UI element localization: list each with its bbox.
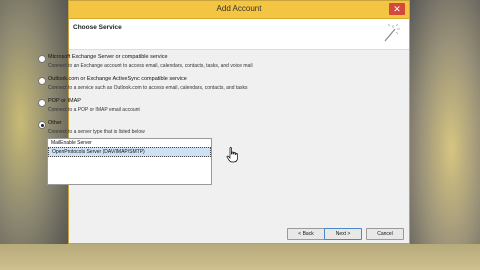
background-bottom: [0, 244, 480, 270]
option-label: POP or IMAP: [48, 98, 81, 104]
window-title: Add Account: [216, 4, 262, 13]
header-section: Choose Service: [69, 19, 409, 50]
magic-wand-icon: [384, 23, 400, 42]
close-button[interactable]: ✕: [389, 3, 405, 15]
option-description: Connect to a POP or IMAP email account: [48, 107, 140, 113]
radio-outlook-com[interactable]: [38, 77, 46, 85]
cancel-button[interactable]: Cancel: [366, 228, 404, 240]
option-label: Outlook.com or Exchange ActiveSync compa…: [48, 76, 187, 82]
radio-exchange[interactable]: [38, 55, 46, 63]
list-item[interactable]: MailEnable Server: [48, 139, 211, 147]
hand-cursor-icon: [226, 147, 238, 163]
option-description: Connect to an Exchange account to access…: [48, 63, 253, 69]
option-description: Connect to a server type that is listed …: [48, 129, 145, 135]
close-icon: ✕: [393, 4, 401, 14]
option-description: Connect to a service such as Outlook.com…: [48, 85, 248, 91]
back-button[interactable]: < Back: [287, 228, 325, 240]
option-exchange[interactable]: Microsoft Exchange Server or compatible …: [38, 53, 328, 75]
background-right: [408, 0, 480, 270]
server-type-list[interactable]: MailEnable Server OpenProtocols Server (…: [47, 138, 212, 185]
radio-other[interactable]: [38, 121, 46, 129]
button-bar: < Back Next > Cancel: [68, 222, 410, 244]
service-options: Microsoft Exchange Server or compatible …: [38, 53, 328, 141]
option-outlook-com[interactable]: Outlook.com or Exchange ActiveSync compa…: [38, 75, 328, 97]
page-heading: Choose Service: [73, 24, 122, 31]
next-button[interactable]: Next >: [324, 228, 362, 240]
title-bar: Add Account ✕: [69, 1, 409, 19]
list-item-selected[interactable]: OpenProtocols Server (DAV/IMAP/SMTP): [48, 147, 211, 157]
option-label: Other: [48, 120, 62, 126]
option-pop-imap[interactable]: POP or IMAP Connect to a POP or IMAP ema…: [38, 97, 328, 119]
option-label: Microsoft Exchange Server or compatible …: [48, 54, 168, 60]
radio-pop-imap[interactable]: [38, 99, 46, 107]
